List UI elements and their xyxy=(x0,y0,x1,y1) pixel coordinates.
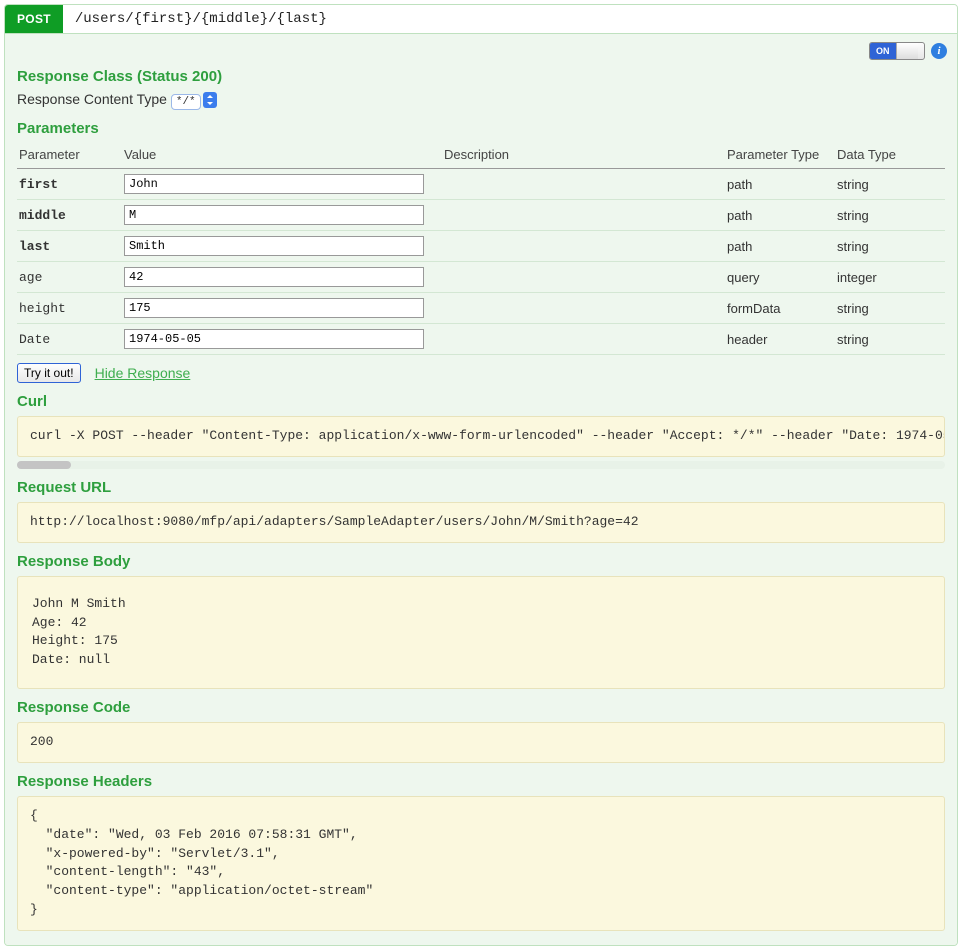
param-value-cell xyxy=(122,262,442,293)
param-type: path xyxy=(725,231,835,262)
info-icon[interactable]: i xyxy=(931,43,947,59)
th-parameter: Parameter xyxy=(17,143,122,169)
response-code-block[interactable]: 200 xyxy=(17,722,945,763)
param-input-age[interactable] xyxy=(124,267,424,287)
param-name: Date xyxy=(17,324,122,355)
table-row: age queryinteger xyxy=(17,262,945,293)
param-type: path xyxy=(725,200,835,231)
response-body-block[interactable]: John M Smith Age: 42 Height: 175 Date: n… xyxy=(17,576,945,689)
select-arrows-icon[interactable] xyxy=(203,92,217,108)
param-data-type: string xyxy=(835,324,945,355)
param-description xyxy=(442,293,725,324)
operation-container: POST /users/{first}/{middle}/{last} ON i… xyxy=(4,4,958,946)
operation-header[interactable]: POST /users/{first}/{middle}/{last} xyxy=(5,5,957,34)
table-row: Date headerstring xyxy=(17,324,945,355)
table-row: middle pathstring xyxy=(17,200,945,231)
response-headers-block[interactable]: { "date": "Wed, 03 Feb 2016 07:58:31 GMT… xyxy=(17,796,945,931)
parameters-table: Parameter Value Description Parameter Ty… xyxy=(17,143,945,355)
content-type-value: */* xyxy=(176,96,196,108)
param-name: middle xyxy=(17,200,122,231)
response-body-heading: Response Body xyxy=(17,553,945,570)
param-input-middle[interactable] xyxy=(124,205,424,225)
param-value-cell xyxy=(122,231,442,262)
auth-toggle[interactable]: ON xyxy=(869,42,925,60)
response-headers-heading: Response Headers xyxy=(17,773,945,790)
method-badge: POST xyxy=(5,5,63,33)
param-value-cell xyxy=(122,169,442,200)
param-input-first[interactable] xyxy=(124,174,424,194)
table-row: first pathstring xyxy=(17,169,945,200)
operation-path: /users/{first}/{middle}/{last} xyxy=(63,5,339,33)
try-it-out-button[interactable]: Try it out! xyxy=(17,363,81,383)
param-description xyxy=(442,231,725,262)
toggle-knob xyxy=(896,43,918,59)
curl-block[interactable]: curl -X POST --header "Content-Type: app… xyxy=(17,416,945,457)
param-description xyxy=(442,169,725,200)
param-name: last xyxy=(17,231,122,262)
param-type: header xyxy=(725,324,835,355)
content-type-row: Response Content Type */* xyxy=(17,91,945,110)
curl-heading: Curl xyxy=(17,393,945,410)
auth-toggle-row: ON i xyxy=(869,42,947,60)
param-name: first xyxy=(17,169,122,200)
param-input-height[interactable] xyxy=(124,298,424,318)
param-name: age xyxy=(17,262,122,293)
operation-body: ON i Response Class (Status 200) Respons… xyxy=(5,34,957,945)
th-description: Description xyxy=(442,143,725,169)
request-url-heading: Request URL xyxy=(17,479,945,496)
param-value-cell xyxy=(122,324,442,355)
response-class-heading: Response Class (Status 200) xyxy=(17,68,945,85)
actions-row: Try it out! Hide Response xyxy=(17,363,945,383)
content-type-label: Response Content Type xyxy=(17,91,167,107)
curl-scrollbar-track[interactable] xyxy=(17,461,945,469)
param-input-date[interactable] xyxy=(124,329,424,349)
content-type-select[interactable]: */* xyxy=(171,94,201,110)
response-code-heading: Response Code xyxy=(17,699,945,716)
param-description xyxy=(442,262,725,293)
param-data-type: string xyxy=(835,231,945,262)
param-data-type: integer xyxy=(835,262,945,293)
th-parameter-type: Parameter Type xyxy=(725,143,835,169)
table-row: height formDatastring xyxy=(17,293,945,324)
curl-scrollbar-thumb[interactable] xyxy=(17,461,71,469)
param-description xyxy=(442,324,725,355)
param-data-type: string xyxy=(835,169,945,200)
toggle-on-label: ON xyxy=(870,43,896,59)
param-value-cell xyxy=(122,293,442,324)
th-value: Value xyxy=(122,143,442,169)
param-value-cell xyxy=(122,200,442,231)
param-type: formData xyxy=(725,293,835,324)
param-type: query xyxy=(725,262,835,293)
param-data-type: string xyxy=(835,293,945,324)
hide-response-link[interactable]: Hide Response xyxy=(95,365,191,381)
parameters-heading: Parameters xyxy=(17,120,945,137)
table-row: last pathstring xyxy=(17,231,945,262)
param-type: path xyxy=(725,169,835,200)
th-data-type: Data Type xyxy=(835,143,945,169)
param-description xyxy=(442,200,725,231)
param-data-type: string xyxy=(835,200,945,231)
param-name: height xyxy=(17,293,122,324)
curl-wrap: curl -X POST --header "Content-Type: app… xyxy=(17,416,945,469)
param-input-last[interactable] xyxy=(124,236,424,256)
request-url-block[interactable]: http://localhost:9080/mfp/api/adapters/S… xyxy=(17,502,945,543)
